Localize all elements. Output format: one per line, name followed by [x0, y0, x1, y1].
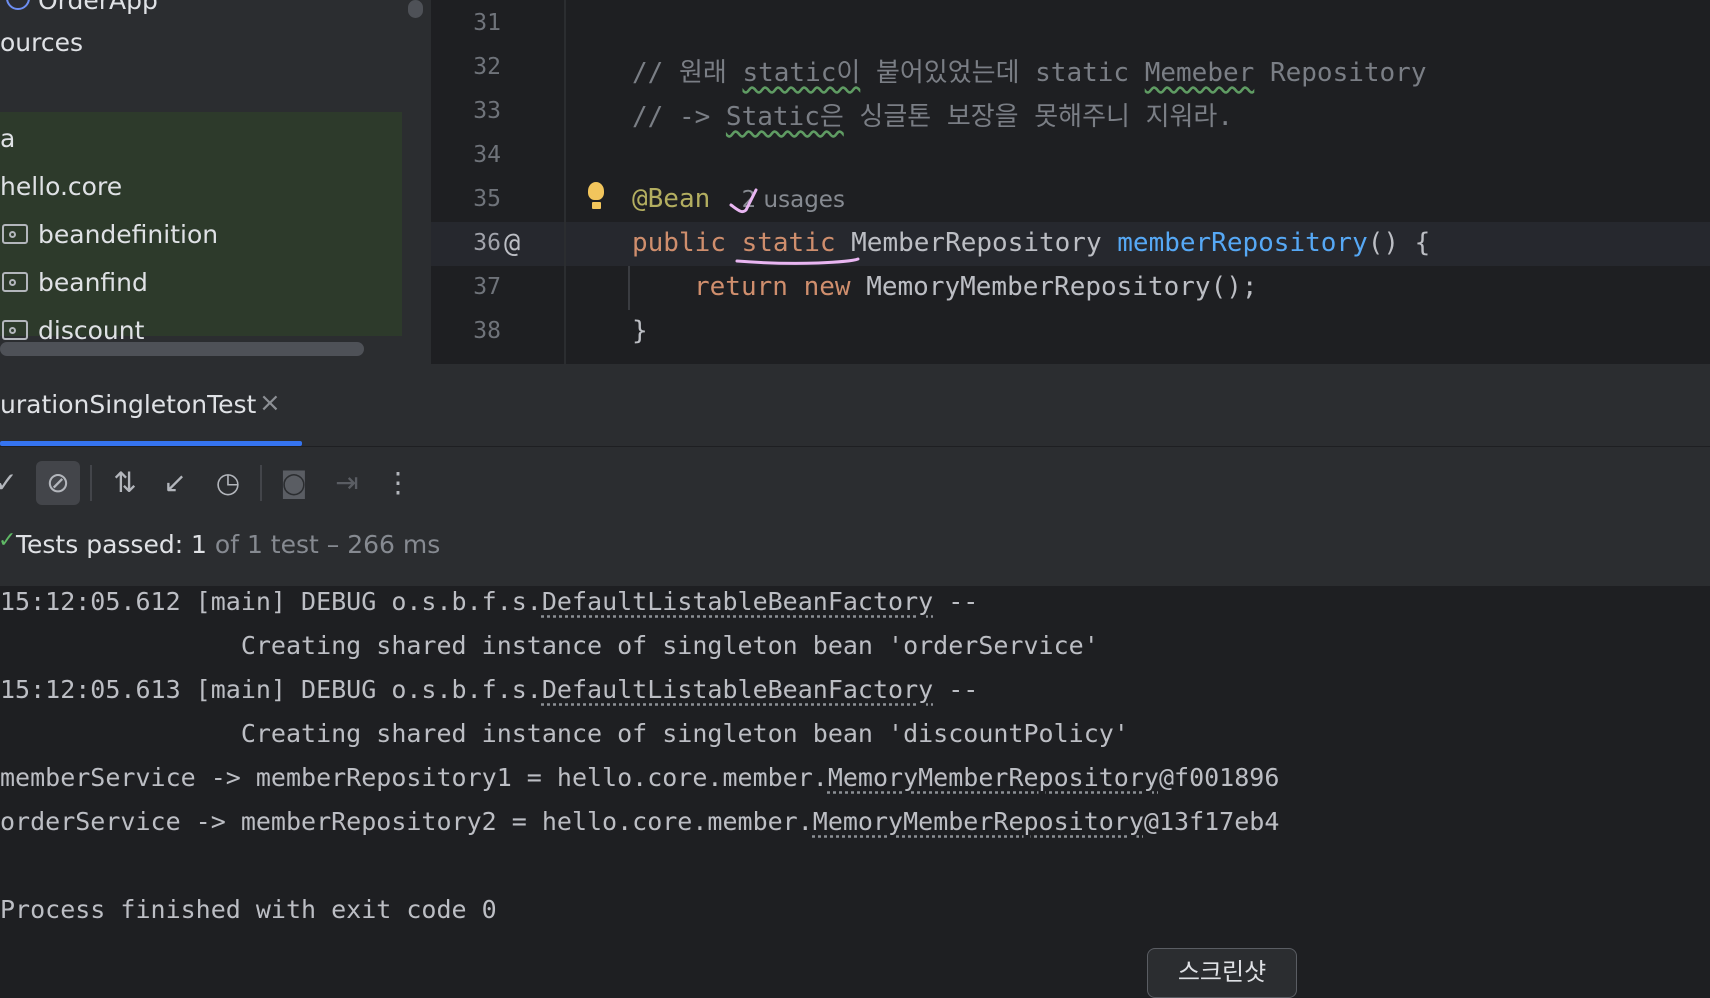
sort-icon[interactable]: ⇅	[103, 461, 147, 505]
check-icon[interactable]: ✓	[0, 461, 28, 505]
console-text: --	[933, 675, 979, 704]
run-tool-window-header	[0, 364, 1710, 446]
console-text: orderService -> memberRepository2 = hell…	[0, 807, 813, 836]
toolbar-separator	[260, 465, 262, 501]
screenshot-tooltip[interactable]: 스크린샷	[1147, 948, 1297, 998]
stop-icon[interactable]: ⊘	[36, 461, 80, 505]
history-icon[interactable]: ◷	[206, 461, 250, 505]
console-line: 15:12:05.613 [main] DEBUG o.s.b.f.s.Defa…	[0, 675, 978, 704]
test-status: Tests passed: 1 of 1 test – 266 ms	[16, 530, 440, 559]
collapse-icon[interactable]: ↙	[153, 461, 197, 505]
console-text: @13f17eb4	[1143, 807, 1280, 836]
import-icon[interactable]: ⇥	[325, 461, 369, 505]
console-line: Process finished with exit code 0	[0, 895, 497, 924]
passed-check-icon: ✓	[0, 528, 17, 553]
close-icon[interactable]: ×	[259, 388, 281, 418]
class-link[interactable]: MemoryMemberRepository	[813, 807, 1144, 836]
class-link[interactable]: MemoryMemberRepository	[828, 763, 1159, 792]
run-toolbar	[0, 446, 1710, 518]
class-link[interactable]: DefaultListableBeanFactory	[542, 675, 933, 704]
console-line: orderService -> memberRepository2 = hell…	[0, 807, 1279, 836]
toolbar-separator	[90, 465, 92, 501]
console-text: memberService -> memberRepository1 = hel…	[0, 763, 828, 792]
console-text: --	[933, 587, 979, 616]
console-line: Creating shared instance of singleton be…	[0, 719, 1129, 748]
tab-run-configuration[interactable]: urationSingletonTest	[0, 390, 256, 419]
console-line: Creating shared instance of singleton be…	[0, 631, 1099, 660]
console-text: 15:12:05.613 [main] DEBUG o.s.b.f.s.	[0, 675, 542, 704]
console-text: @f001896	[1158, 763, 1280, 792]
console-line: 15:12:05.612 [main] DEBUG o.s.b.f.s.Defa…	[0, 587, 978, 616]
camera-icon[interactable]: ◙	[272, 461, 316, 505]
console-text: 15:12:05.612 [main] DEBUG o.s.b.f.s.	[0, 587, 542, 616]
class-link[interactable]: DefaultListableBeanFactory	[542, 587, 933, 616]
tests-summary: of 1 test – 266 ms	[206, 530, 441, 559]
console-line: memberService -> memberRepository1 = hel…	[0, 763, 1279, 792]
more-icon[interactable]: ⋮	[376, 461, 420, 505]
tests-passed-label: Tests passed: 1	[16, 530, 207, 559]
